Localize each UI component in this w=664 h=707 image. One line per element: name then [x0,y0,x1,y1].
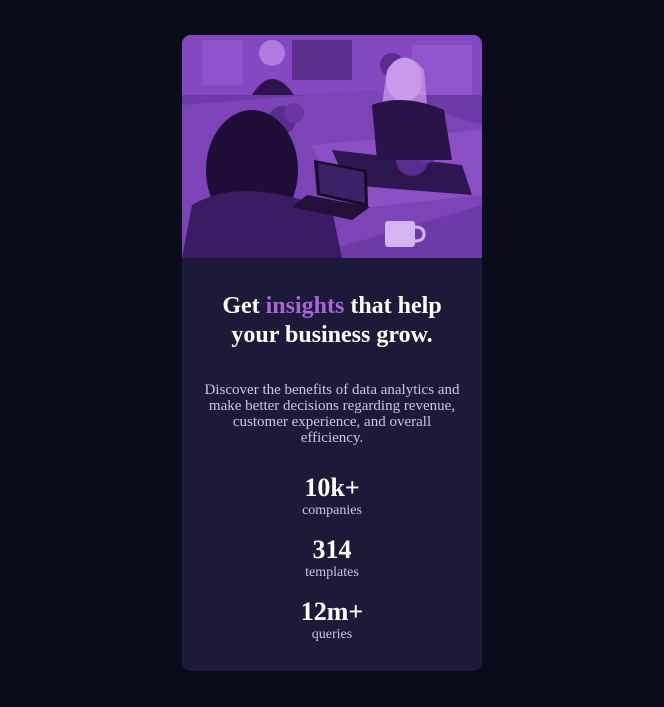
stat-value: 10k+ [304,473,360,502]
stats-list: 10k+ companies 314 templates 12m+ querie… [182,474,482,644]
stat-label: queries [311,627,353,642]
stats-preview-card: Get insights that help your business gro… [182,35,482,671]
stat-queries: 12m+ queries [182,598,482,644]
stat-companies: 10k+ companies [182,474,482,520]
office-photo-image [182,35,482,258]
card-title: Get insights that help your business gro… [182,292,482,350]
stat-value: 12m+ [300,597,364,626]
title-prefix: Get [222,293,266,319]
stat-value: 314 [312,535,352,564]
card-description: Discover the benefits of data analytics … [204,382,460,446]
stat-label: companies [302,503,362,518]
card-content: Get insights that help your business gro… [182,258,482,660]
title-accent: insights [265,293,345,319]
stat-templates: 314 templates [182,536,482,582]
stat-label: templates [305,565,359,580]
